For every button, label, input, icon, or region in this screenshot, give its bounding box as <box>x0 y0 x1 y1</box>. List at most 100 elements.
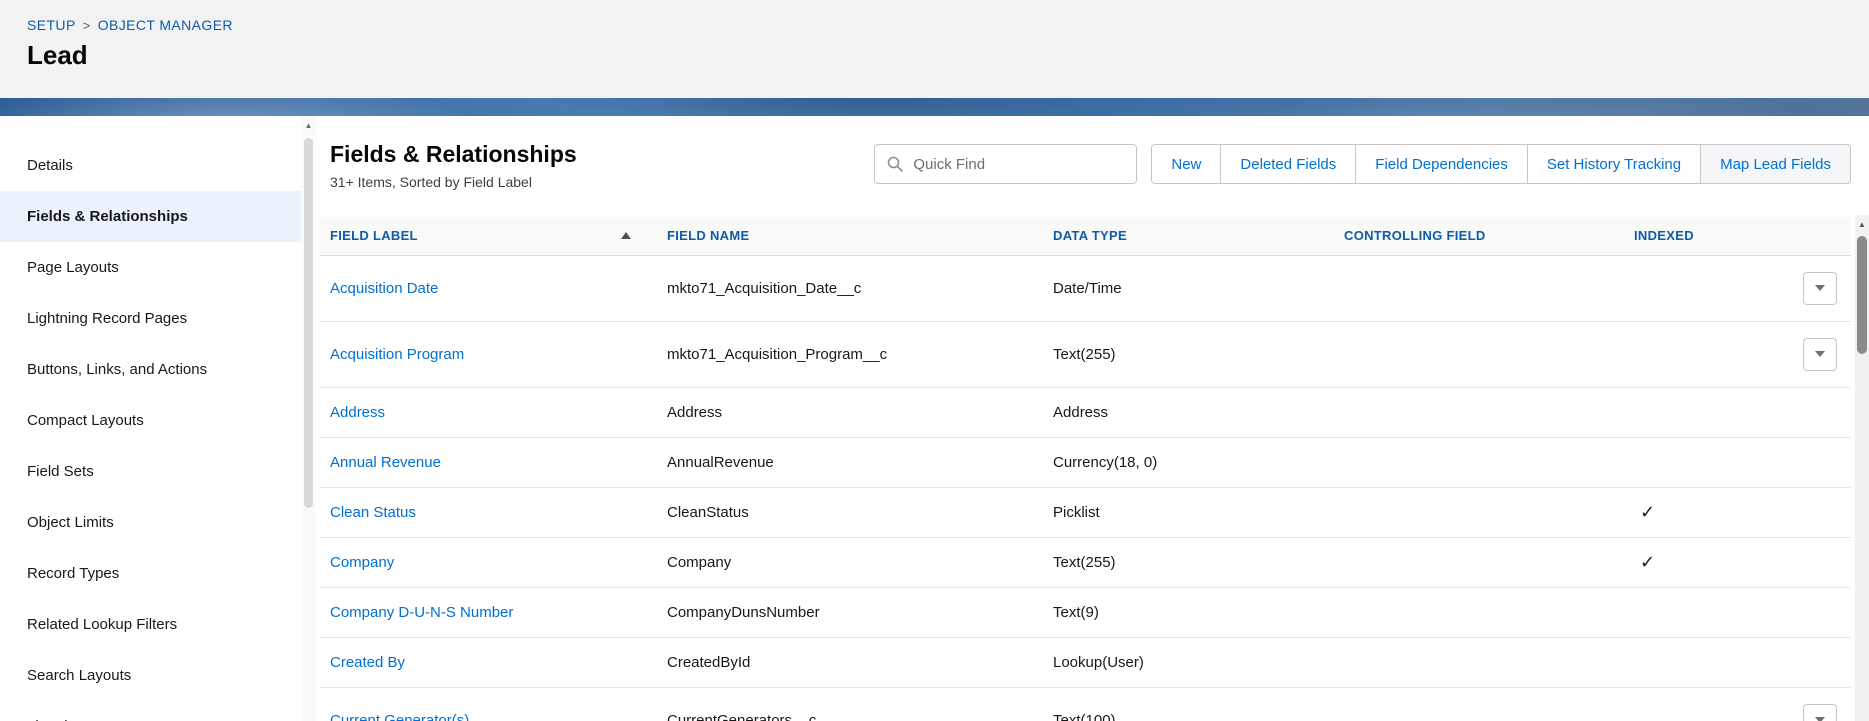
field-label-link[interactable]: Company D-U-N-S Number <box>330 604 513 621</box>
field-label-link[interactable]: Clean Status <box>330 504 416 521</box>
scroll-up-icon[interactable]: ▲ <box>1855 215 1869 233</box>
field-label-link[interactable]: Acquisition Date <box>330 280 438 297</box>
theme-banner <box>0 98 1869 116</box>
table-header-row: FIELD LABEL FIELD NAME DATA TYPE CONTROL… <box>320 217 1851 256</box>
data-type-cell: Date/Time <box>1043 255 1334 322</box>
controlling-field-cell <box>1334 537 1624 588</box>
breadcrumb-separator: > <box>82 18 91 33</box>
table-row: Created By CreatedById Lookup(User) <box>320 637 1851 688</box>
indexed-check-icon: ✓ <box>1640 501 1656 522</box>
controlling-field-cell <box>1334 487 1624 538</box>
breadcrumb-setup-link[interactable]: SETUP <box>27 17 76 33</box>
set-history-tracking-button[interactable]: Set History Tracking <box>1526 144 1702 184</box>
row-actions-cell <box>1751 587 1851 638</box>
data-type-cell: Text(255) <box>1043 321 1334 388</box>
sidebar-scrollbar[interactable]: ▲ <box>301 116 316 721</box>
table-row: Acquisition Date mkto71_Acquisition_Date_… <box>320 255 1851 322</box>
controlling-field-cell <box>1334 387 1624 438</box>
sidebar-item-buttons-links-and-actions[interactable]: Buttons, Links, and Actions <box>0 344 301 395</box>
column-header-indexed[interactable]: INDEXED <box>1624 217 1751 256</box>
controlling-field-cell <box>1334 255 1624 322</box>
sidebar-item-related-lookup-filters[interactable]: Related Lookup Filters <box>0 599 301 650</box>
deleted-fields-button[interactable]: Deleted Fields <box>1220 144 1357 184</box>
field-label-link[interactable]: Address <box>330 404 385 421</box>
data-type-cell: Text(9) <box>1043 587 1334 638</box>
indexed-cell <box>1624 387 1751 438</box>
field-label-link[interactable]: Annual Revenue <box>330 454 441 471</box>
scroll-up-icon[interactable]: ▲ <box>301 116 316 134</box>
search-icon <box>887 156 904 172</box>
row-actions-cell <box>1751 437 1851 488</box>
controlling-field-cell <box>1334 637 1624 688</box>
column-header-controlling-field[interactable]: CONTROLLING FIELD <box>1334 217 1624 256</box>
sidebar-scrollbar-thumb[interactable] <box>304 138 313 508</box>
object-nav-sidebar: Details Fields & Relationships Page Layout… <box>0 116 301 721</box>
fields-table-body: Acquisition Date mkto71_Acquisition_Date_… <box>320 255 1851 721</box>
chevron-down-icon <box>1815 351 1825 357</box>
column-header-field-name[interactable]: FIELD NAME <box>657 217 1043 256</box>
table-row: Clean Status CleanStatus Picklist ✓ <box>320 487 1851 538</box>
field-dependencies-button[interactable]: Field Dependencies <box>1355 144 1528 184</box>
column-header-field-label[interactable]: FIELD LABEL <box>320 217 657 256</box>
sidebar-item-record-types[interactable]: Record Types <box>0 548 301 599</box>
sidebar-item-field-sets[interactable]: Field Sets <box>0 446 301 497</box>
row-actions-menu-button[interactable] <box>1803 337 1837 371</box>
map-lead-fields-button[interactable]: Map Lead Fields <box>1700 144 1851 184</box>
sidebar-item-list-view-button-layout[interactable]: List View Button Layout <box>0 701 301 721</box>
field-label-link[interactable]: Created By <box>330 654 405 671</box>
indexed-cell <box>1624 321 1751 388</box>
indexed-cell: ✓ <box>1624 487 1751 538</box>
sidebar-item-lightning-record-pages[interactable]: Lightning Record Pages <box>0 293 301 344</box>
row-actions-cell <box>1751 255 1851 322</box>
sidebar-item-object-limits[interactable]: Object Limits <box>0 497 301 548</box>
controlling-field-cell <box>1334 587 1624 638</box>
fields-table-wrap: FIELD LABEL FIELD NAME DATA TYPE CONTROL… <box>320 217 1851 721</box>
sidebar-item-fields-relationships[interactable]: Fields & Relationships <box>0 191 301 242</box>
table-row: Company D-U-N-S Number CompanyDunsNumber T… <box>320 587 1851 638</box>
data-type-cell: Currency(18, 0) <box>1043 437 1334 488</box>
fields-table: FIELD LABEL FIELD NAME DATA TYPE CONTROL… <box>320 217 1851 721</box>
table-row: Address Address Address <box>320 387 1851 438</box>
field-name-cell: AnnualRevenue <box>657 437 1043 488</box>
field-label-link[interactable]: Current Generator(s) <box>330 712 469 721</box>
row-actions-cell <box>1751 487 1851 538</box>
data-type-cell: Text(255) <box>1043 537 1334 588</box>
fields-panel: Fields & Relationships 31+ Items, Sorted… <box>316 116 1869 721</box>
data-type-cell: Text(100) <box>1043 687 1334 721</box>
row-actions-menu-button[interactable] <box>1803 703 1837 721</box>
indexed-cell <box>1624 687 1751 721</box>
content-area: Details Fields & Relationships Page Layout… <box>0 116 1869 721</box>
quick-find-box <box>874 144 1138 184</box>
sidebar-item-search-layouts[interactable]: Search Layouts <box>0 650 301 701</box>
sidebar-item-details[interactable]: Details <box>0 140 301 191</box>
table-row: Annual Revenue AnnualRevenue Currency(18, … <box>320 437 1851 488</box>
indexed-cell <box>1624 255 1751 322</box>
table-row: Acquisition Program mkto71_Acquisition_Pr… <box>320 321 1851 388</box>
data-type-cell: Picklist <box>1043 487 1334 538</box>
column-header-data-type[interactable]: DATA TYPE <box>1043 217 1334 256</box>
field-name-cell: Company <box>657 537 1043 588</box>
indexed-check-icon: ✓ <box>1640 551 1656 572</box>
row-actions-cell <box>1751 321 1851 388</box>
quick-find-input[interactable] <box>874 144 1138 184</box>
field-label-link[interactable]: Company <box>330 554 394 571</box>
indexed-cell: ✓ <box>1624 537 1751 588</box>
row-actions-cell <box>1751 637 1851 688</box>
field-name-cell: mkto71_Acquisition_Date__c <box>657 255 1043 322</box>
field-name-cell: CompanyDunsNumber <box>657 587 1043 638</box>
data-type-cell: Address <box>1043 387 1334 438</box>
sidebar-item-compact-layouts[interactable]: Compact Layouts <box>0 395 301 446</box>
data-type-cell: Lookup(User) <box>1043 637 1334 688</box>
panel-title-block: Fields & Relationships 31+ Items, Sorted… <box>330 141 874 190</box>
main-scrollbar[interactable]: ▲ <box>1855 215 1869 721</box>
toolbar-button-group: New Deleted Fields Field Dependencies Set H… <box>1151 144 1851 184</box>
sidebar-nav-list: Details Fields & Relationships Page Layout… <box>0 140 301 721</box>
controlling-field-cell <box>1334 321 1624 388</box>
breadcrumb-object-manager-link[interactable]: OBJECT MANAGER <box>98 17 233 33</box>
sidebar-item-page-layouts[interactable]: Page Layouts <box>0 242 301 293</box>
row-actions-menu-button[interactable] <box>1803 271 1837 305</box>
new-button[interactable]: New <box>1151 144 1222 184</box>
field-label-link[interactable]: Acquisition Program <box>330 346 464 363</box>
main-scrollbar-thumb[interactable] <box>1857 236 1867 354</box>
salesforce-setup-screen: SETUP > OBJECT MANAGER Lead Details Fields … <box>0 0 1869 721</box>
